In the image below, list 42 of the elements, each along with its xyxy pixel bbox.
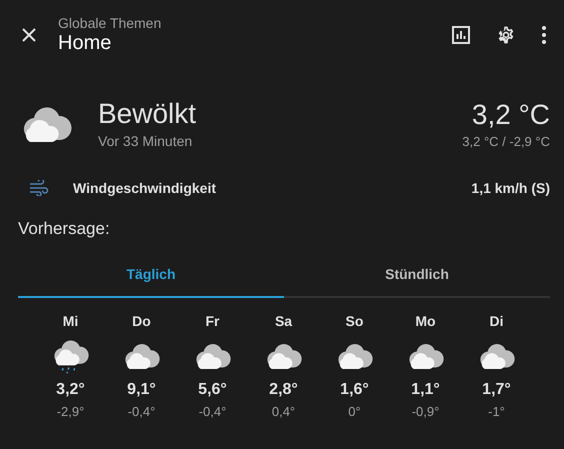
settings-icon <box>496 25 516 45</box>
subtitle: Globale Themen <box>58 15 162 31</box>
last-updated: Vor 33 Minuten <box>98 132 194 150</box>
forecast-heading: Vorhersage: <box>18 218 111 240</box>
low-temperature: -1° <box>488 404 505 420</box>
day-name: Mo <box>415 312 436 330</box>
low-temperature: -2,9° <box>56 404 84 420</box>
day-name: Fr <box>206 312 220 330</box>
low-temperature: 0° <box>348 404 361 420</box>
wind-icon <box>29 180 49 196</box>
day-name: Mi <box>62 312 78 330</box>
attribute-value: 1,1 km/h (S) <box>471 180 550 196</box>
high-temperature: 1,6° <box>340 380 369 400</box>
history-button[interactable] <box>452 26 470 44</box>
forecast-tab[interactable]: Stündlich <box>284 252 550 298</box>
menu-icon <box>542 26 546 44</box>
dialog-title: Home <box>58 31 112 55</box>
more-button[interactable] <box>542 26 546 44</box>
settings-button[interactable] <box>496 25 516 45</box>
bar-chart-icon <box>452 26 470 44</box>
rain-cloud-icon <box>52 338 88 374</box>
day-name: Di <box>490 312 504 330</box>
high-temperature: 9,1° <box>127 380 156 400</box>
close-icon <box>22 28 36 42</box>
day-name: So <box>346 312 364 330</box>
attribute-label: Windgeschwindigkeit <box>73 180 217 196</box>
forecast-tab[interactable]: Täglich <box>18 252 284 298</box>
low-temperature: -0,4° <box>198 404 226 420</box>
temperature-range: 3,2 °C / -2,9 °C <box>462 134 550 150</box>
low-temperature: -0,4° <box>128 404 156 420</box>
weather-condition: Bewölkt <box>98 98 198 130</box>
high-temperature: 1,1° <box>411 380 440 400</box>
day-name: Sa <box>274 312 292 330</box>
day-name: Do <box>132 312 151 330</box>
low-temperature: 0,4° <box>272 404 296 420</box>
close-button[interactable] <box>22 28 36 42</box>
high-temperature: 3,2° <box>56 380 85 400</box>
high-temperature: 5,6° <box>198 380 227 400</box>
high-temperature: 1,7° <box>482 380 511 400</box>
low-temperature: -0,9° <box>412 404 440 420</box>
high-temperature: 2,8° <box>269 380 298 400</box>
current-temperature: 3,2 °C <box>472 98 550 130</box>
